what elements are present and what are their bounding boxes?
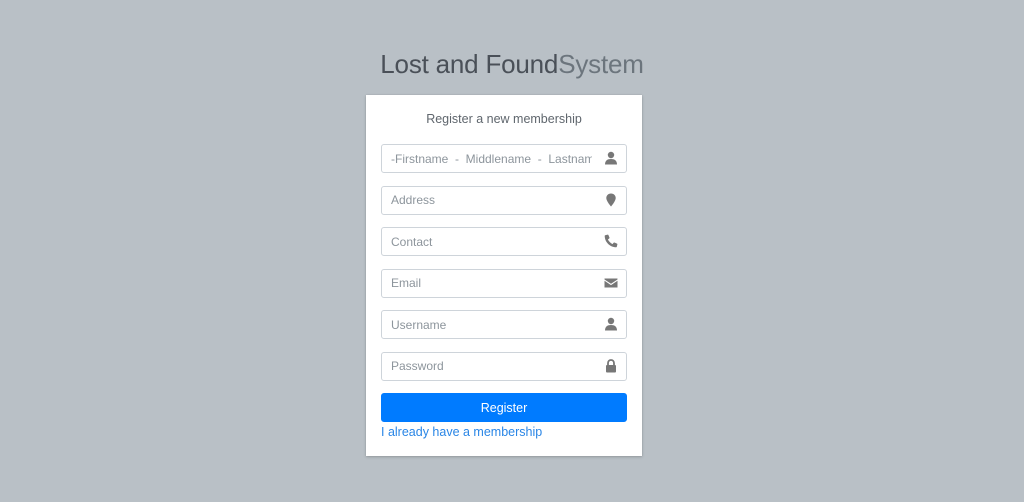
register-card: Register a new membership -Firstname - M… bbox=[366, 95, 642, 456]
address-input[interactable] bbox=[382, 186, 592, 214]
register-page: Lost and FoundSystem Register a new memb… bbox=[0, 0, 1024, 502]
contact-input[interactable] bbox=[382, 228, 592, 255]
logo-bold-text: Lost and Found bbox=[380, 49, 559, 79]
user-icon bbox=[604, 317, 618, 331]
fullname-field bbox=[381, 144, 627, 173]
fullname-input[interactable] bbox=[382, 145, 592, 172]
email-input[interactable] bbox=[382, 269, 592, 297]
register-message: Register a new membership bbox=[426, 112, 582, 126]
contact-field bbox=[381, 227, 627, 256]
lock-icon bbox=[604, 358, 618, 373]
password-field bbox=[381, 351, 627, 381]
username-field bbox=[381, 310, 627, 339]
register-form: Register bbox=[381, 144, 627, 422]
register-button[interactable]: Register bbox=[381, 393, 627, 422]
app-logo[interactable]: Lost and FoundSystem bbox=[0, 46, 1024, 82]
email-field bbox=[381, 268, 627, 298]
phone-icon bbox=[604, 234, 618, 248]
username-input[interactable] bbox=[382, 311, 592, 338]
already-member-link[interactable]: I already have a membership bbox=[381, 425, 542, 439]
envelope-icon bbox=[604, 276, 618, 290]
password-input[interactable] bbox=[382, 352, 592, 380]
logo-light-text: System bbox=[558, 49, 644, 79]
map-marker-icon bbox=[604, 193, 618, 207]
user-icon bbox=[604, 151, 618, 165]
address-field bbox=[381, 185, 627, 215]
